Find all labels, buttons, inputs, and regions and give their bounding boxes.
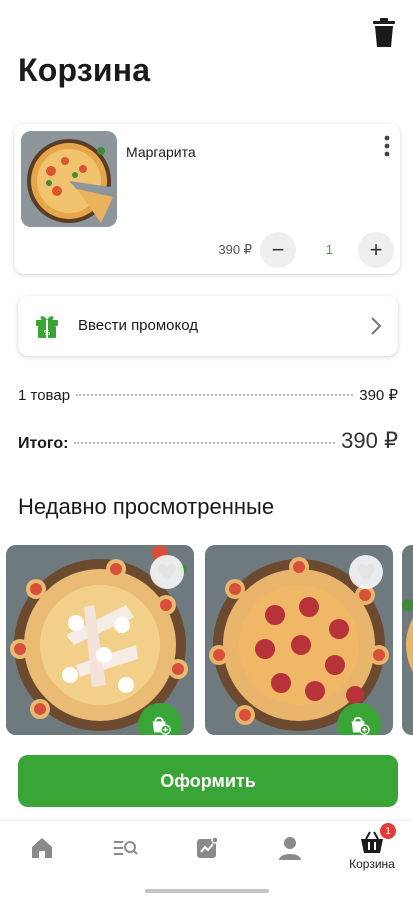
recent-product-card[interactable] (402, 545, 413, 735)
total-value: 390 ₽ (341, 428, 398, 453)
minus-icon: − (271, 237, 285, 262)
increase-quantity-button[interactable]: + (358, 232, 394, 268)
item-price: 390 ₽ (218, 242, 252, 257)
total-label: Итого: (18, 435, 69, 452)
profile-icon (279, 837, 301, 860)
tab-cart-label: Корзина (349, 857, 395, 871)
cart-badge: 1 (380, 823, 396, 839)
items-count-row: 1 товар 390 ₽ (18, 386, 398, 404)
items-price: 390 ₽ (359, 387, 398, 404)
cart-item-card[interactable]: Маргарита 390 ₽ − 1 + (14, 124, 400, 274)
favorite-button[interactable] (349, 555, 383, 589)
item-name: Маргарита (126, 144, 196, 160)
dotted-leader (76, 394, 354, 396)
tab-promotions[interactable] (177, 835, 237, 879)
home-icon (32, 838, 52, 858)
checkout-button[interactable]: Оформить (18, 755, 398, 807)
item-options-button[interactable] (382, 134, 392, 158)
heart-icon (158, 563, 176, 581)
dotted-leader (74, 442, 336, 444)
pizza-thumbnail (21, 131, 117, 227)
page-title: Корзина (18, 52, 151, 88)
bottom-tab-bar: 1 Корзина (0, 820, 413, 886)
heart-icon (357, 563, 375, 581)
tab-profile[interactable] (260, 835, 320, 879)
promo-code-button[interactable]: % Ввести промокод (18, 296, 398, 356)
chevron-right-icon (371, 317, 382, 335)
gift-icon: % (36, 316, 58, 338)
pizza-image (402, 545, 413, 735)
home-indicator (145, 889, 269, 893)
recently-viewed-title: Недавно просмотренные (18, 494, 275, 519)
tab-cart[interactable]: 1 Корзина (342, 823, 402, 873)
favorite-button[interactable] (150, 555, 184, 589)
promo-code-label: Ввести промокод (78, 317, 199, 334)
tab-menu[interactable] (95, 835, 155, 879)
menu-search-icon (114, 841, 138, 855)
svg-text:%: % (44, 329, 51, 337)
recent-product-card[interactable] (6, 545, 194, 735)
recent-product-card[interactable] (205, 545, 393, 735)
promo-chart-icon (197, 836, 219, 858)
add-cart-icon (351, 716, 370, 735)
trash-icon (373, 18, 395, 47)
total-row: Итого: 390 ₽ (18, 428, 398, 454)
more-vertical-icon (384, 135, 390, 157)
item-quantity: 1 (325, 242, 333, 257)
tab-home[interactable] (12, 835, 72, 879)
delete-all-button[interactable] (371, 18, 397, 48)
plus-icon: + (369, 237, 383, 262)
add-cart-icon (152, 716, 171, 735)
items-count-label: 1 товар (18, 387, 71, 404)
decrease-quantity-button[interactable]: − (260, 232, 296, 268)
